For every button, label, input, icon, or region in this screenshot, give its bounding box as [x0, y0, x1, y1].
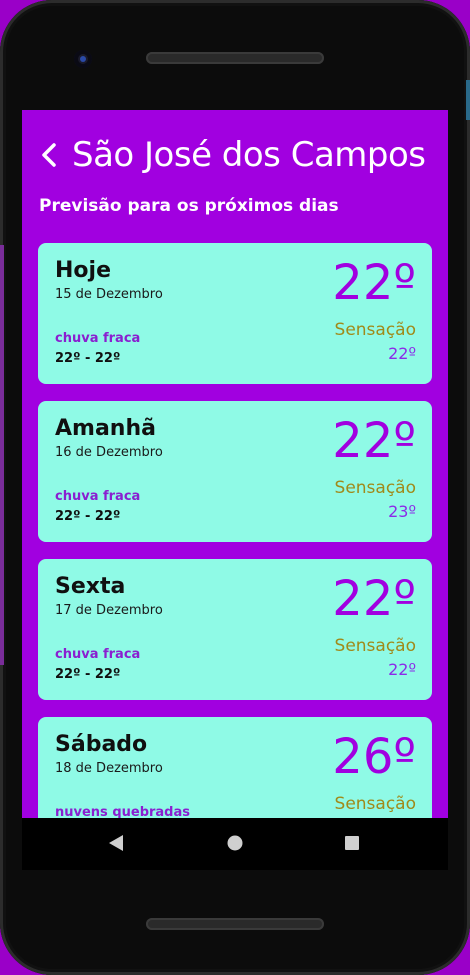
back-triangle-icon[interactable] [108, 834, 124, 856]
temperature-range: 22º - 22º [55, 667, 121, 682]
day-name: Amanhã [55, 416, 156, 441]
app-bar: São José dos Campos [22, 130, 448, 180]
day-date: 15 de Dezembro [55, 287, 163, 302]
temperature: 22º [332, 413, 416, 469]
bottom-speaker [146, 918, 324, 930]
weather-description: chuva fraca [55, 331, 141, 346]
feels-like-label: Sensação [334, 636, 416, 656]
top-speaker [146, 52, 324, 64]
forecast-subtitle: Previsão para os próximos dias [39, 196, 339, 216]
side-strip-left [0, 245, 4, 665]
weather-description: chuva fraca [55, 647, 141, 662]
temperature: 22º [332, 571, 416, 627]
day-date: 18 de Dezembro [55, 761, 163, 776]
day-date: 17 de Dezembro [55, 603, 163, 618]
feels-like-value: 22º [388, 660, 416, 679]
day-name: Hoje [55, 258, 111, 283]
back-arrow-icon[interactable] [34, 135, 64, 175]
city-title: São José dos Campos [72, 135, 426, 175]
feels-like-label: Sensação [334, 320, 416, 340]
system-nav-bar [22, 818, 448, 870]
feels-like-value: 23º [388, 502, 416, 521]
day-name: Sexta [55, 574, 126, 599]
temperature: 26º [332, 729, 416, 785]
forecast-card-today[interactable]: Hoje 15 de Dezembro chuva fraca 22º - 22… [38, 243, 432, 384]
forecast-card-tomorrow[interactable]: Amanhã 16 de Dezembro chuva fraca 22º - … [38, 401, 432, 542]
home-circle-icon[interactable] [227, 834, 243, 856]
feels-like-label: Sensação [334, 478, 416, 498]
day-name: Sábado [55, 732, 148, 757]
feels-like-label: Sensação [334, 794, 416, 814]
temperature-range: 22º - 22º [55, 509, 121, 524]
weather-description: chuva fraca [55, 489, 141, 504]
weather-description: nuvens quebradas [55, 805, 191, 818]
temperature-range: 22º - 22º [55, 351, 121, 366]
day-date: 16 de Dezembro [55, 445, 163, 460]
phone-frame: São José dos Campos Previsão para os pró… [0, 0, 470, 975]
forecast-card-saturday[interactable]: Sábado 18 de Dezembro nuvens quebradas 2… [38, 717, 432, 818]
temperature: 22º [332, 255, 416, 311]
side-strip-right [466, 80, 470, 120]
front-camera [74, 50, 92, 68]
feels-like-value: 22º [388, 344, 416, 363]
app-screen: São José dos Campos Previsão para os pró… [22, 110, 448, 818]
forecast-card-friday[interactable]: Sexta 17 de Dezembro chuva fraca 22º - 2… [38, 559, 432, 700]
recents-square-icon[interactable] [344, 834, 360, 856]
